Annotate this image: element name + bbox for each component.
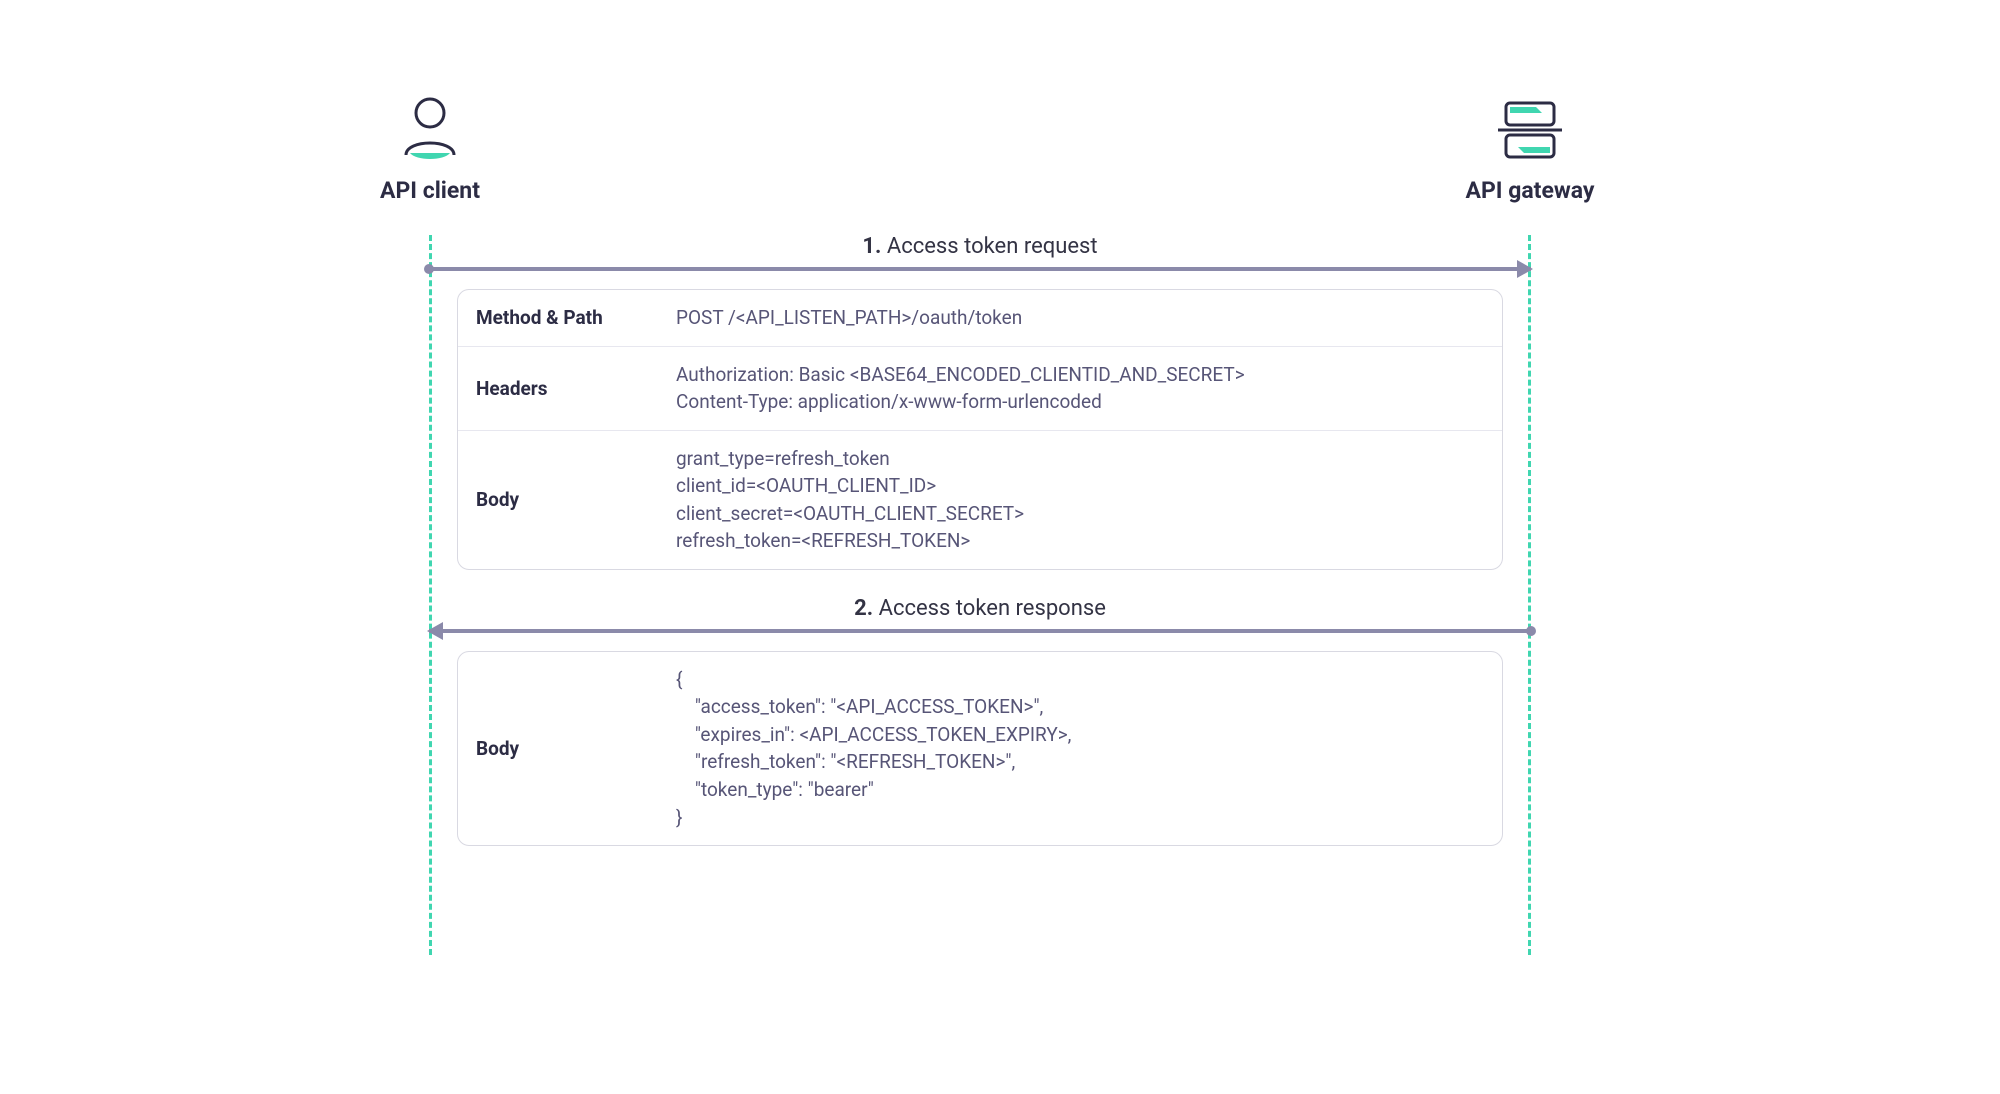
step2-label: 2. Access token response <box>429 596 1531 621</box>
response-body-label: Body <box>458 652 658 845</box>
arrow-start-dot <box>424 264 434 274</box>
request-panel: Method & Path POST /<API_LISTEN_PATH>/oa… <box>457 289 1503 570</box>
arrow-request <box>429 267 1531 271</box>
step1-number: 1. <box>862 234 881 259</box>
actor-gateway-label: API gateway <box>1466 177 1595 204</box>
request-body-value: grant_type=refresh_token client_id=<OAUT… <box>658 431 1502 569</box>
request-body-label: Body <box>458 431 658 569</box>
request-method-row: Method & Path POST /<API_LISTEN_PATH>/oa… <box>458 290 1502 347</box>
request-method-label: Method & Path <box>458 290 658 346</box>
response-panel: Body { "access_token": "<API_ACCESS_TOKE… <box>457 651 1503 846</box>
arrow-head-icon <box>1517 260 1533 278</box>
arrow-response <box>429 629 1531 633</box>
actors-row: API client API gateway <box>370 95 1590 204</box>
actor-api-client: API client <box>370 95 490 204</box>
actor-client-label: API client <box>380 177 480 204</box>
request-headers-label: Headers <box>458 347 658 430</box>
sequence-diagram: API client API gateway 1. Access token r… <box>370 95 1590 846</box>
arrow-head-icon <box>427 622 443 640</box>
step2-number: 2. <box>854 596 873 621</box>
request-method-value: POST /<API_LISTEN_PATH>/oauth/token <box>658 290 1502 346</box>
request-headers-value: Authorization: Basic <BASE64_ENCODED_CLI… <box>658 347 1502 430</box>
user-icon <box>398 95 462 165</box>
flow-area: 1. Access token request Method & Path PO… <box>370 234 1590 846</box>
step1-title: Access token request <box>887 234 1098 259</box>
response-body-value: { "access_token": "<API_ACCESS_TOKEN>", … <box>658 652 1502 845</box>
arrow-start-dot <box>1526 626 1536 636</box>
request-headers-row: Headers Authorization: Basic <BASE64_ENC… <box>458 347 1502 431</box>
gateway-icon <box>1492 95 1568 165</box>
request-body-row: Body grant_type=refresh_token client_id=… <box>458 431 1502 569</box>
response-body-row: Body { "access_token": "<API_ACCESS_TOKE… <box>458 652 1502 845</box>
actor-api-gateway: API gateway <box>1470 95 1590 204</box>
step1-label: 1. Access token request <box>429 234 1531 259</box>
step2-title: Access token response <box>879 596 1106 621</box>
